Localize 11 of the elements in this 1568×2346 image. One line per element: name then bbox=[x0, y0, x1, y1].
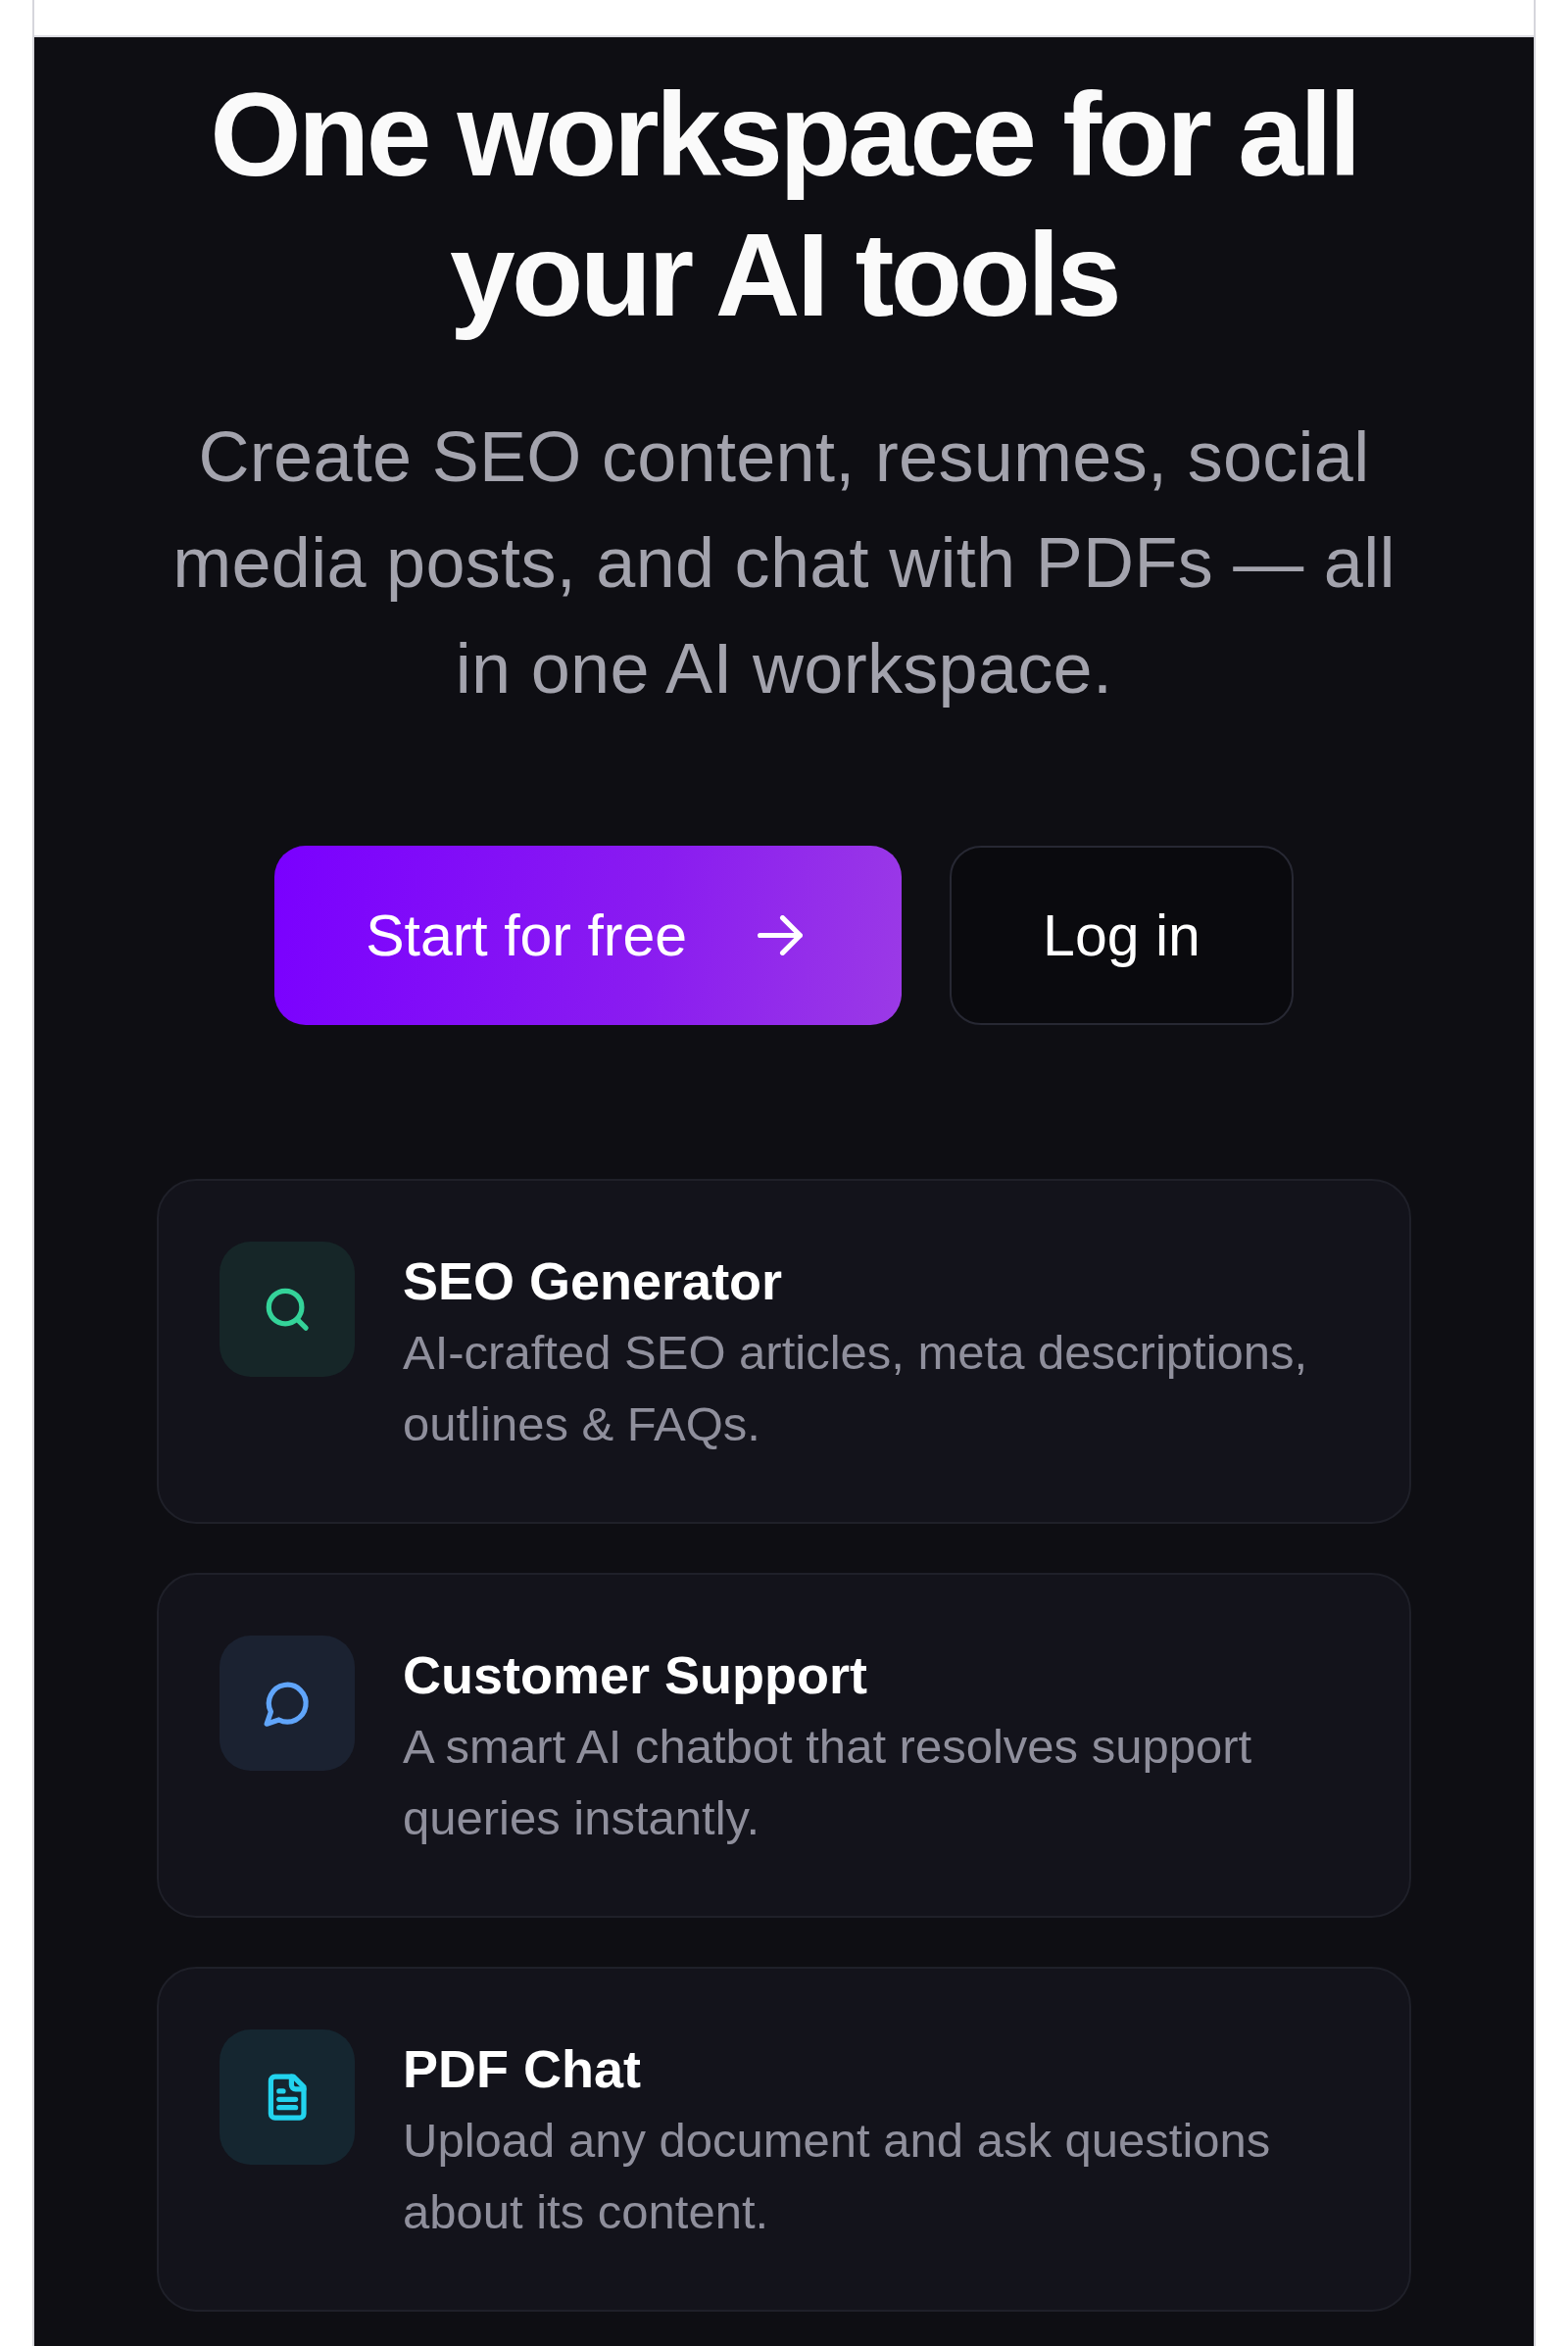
hero-subtitle: Create SEO content, resumes, social media posts, and chat with PDFs — all in one AI workspace. bbox=[172, 416, 1396, 709]
feature-description: AI-crafted SEO articles, meta descriptions, outlines & FAQs. bbox=[403, 1325, 1309, 1452]
arrow-right-icon bbox=[758, 915, 804, 955]
feature-title: PDF Chat bbox=[403, 2038, 642, 2100]
get-started-button[interactable]: Start for free bbox=[274, 846, 903, 1025]
feature-description: A smart AI chatbot that resolves support queries instantly. bbox=[403, 1719, 1253, 1846]
hero-title: One workspace for all your AI tools bbox=[209, 68, 1359, 342]
login-button[interactable]: Log in bbox=[950, 846, 1294, 1025]
feature-description: Upload any document and ask questions about its content. bbox=[403, 2113, 1272, 2240]
feature-title: Customer Support bbox=[403, 1644, 868, 1706]
feature-title: SEO Generator bbox=[403, 1250, 784, 1312]
